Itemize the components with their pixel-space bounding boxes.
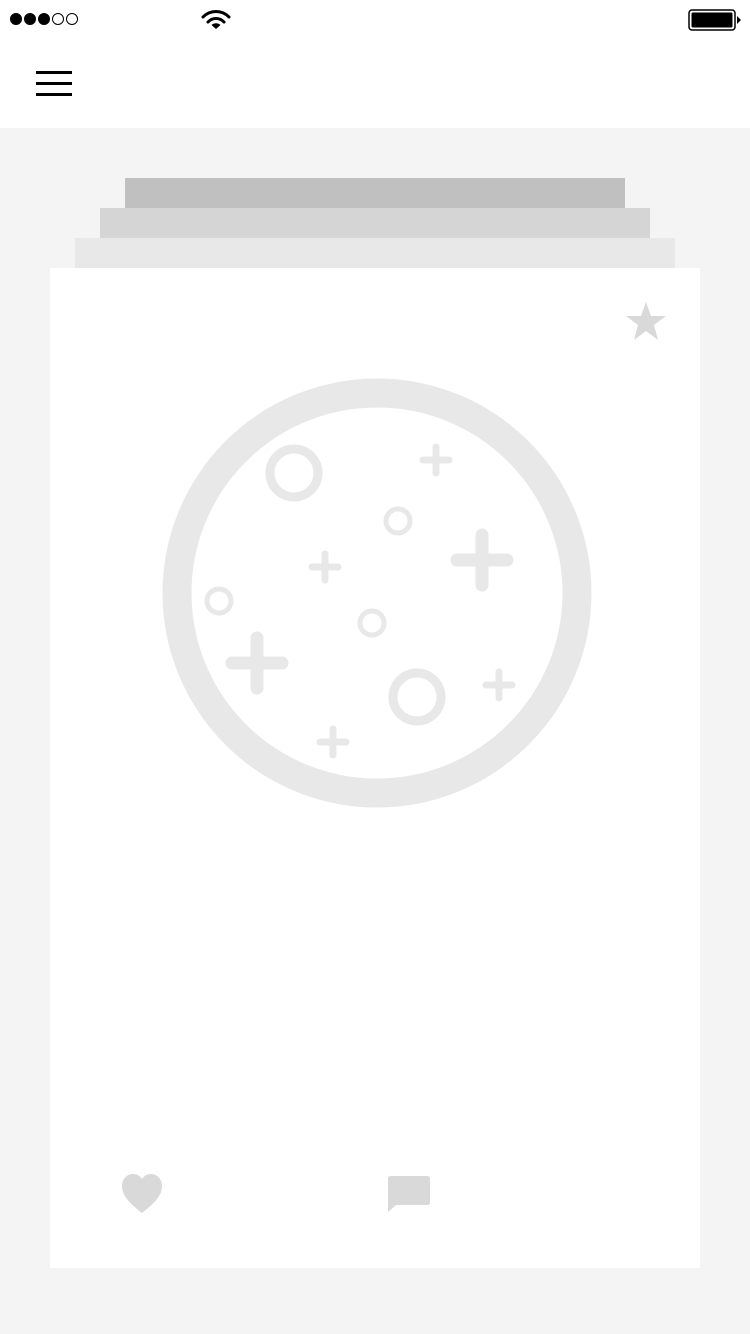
card-stack-middle xyxy=(100,208,650,238)
signal-dot xyxy=(38,13,50,25)
signal-dot xyxy=(10,13,22,25)
signal-dot xyxy=(52,13,64,25)
hamburger-menu-icon xyxy=(36,82,72,85)
hamburger-menu-icon xyxy=(36,93,72,96)
image-placeholder xyxy=(160,376,594,815)
comment-button[interactable] xyxy=(384,1168,436,1218)
star-icon xyxy=(626,302,666,340)
battery-icon xyxy=(688,9,742,36)
card-stack-back xyxy=(125,178,625,208)
signal-dot xyxy=(24,13,36,25)
signal-dot xyxy=(66,13,78,25)
cellular-signal-icon xyxy=(10,13,78,25)
card-stack-front xyxy=(75,238,675,268)
navigation-bar xyxy=(0,40,750,128)
menu-button[interactable] xyxy=(30,66,78,104)
heart-icon xyxy=(122,1174,162,1213)
favorite-button[interactable] xyxy=(622,298,670,346)
content-card[interactable] xyxy=(50,268,700,1268)
hamburger-menu-icon xyxy=(36,71,72,74)
image-placeholder-icon xyxy=(162,378,592,808)
status-bar xyxy=(0,0,750,40)
wifi-icon xyxy=(200,8,232,37)
comment-icon xyxy=(388,1176,430,1212)
like-button[interactable] xyxy=(116,1168,168,1218)
